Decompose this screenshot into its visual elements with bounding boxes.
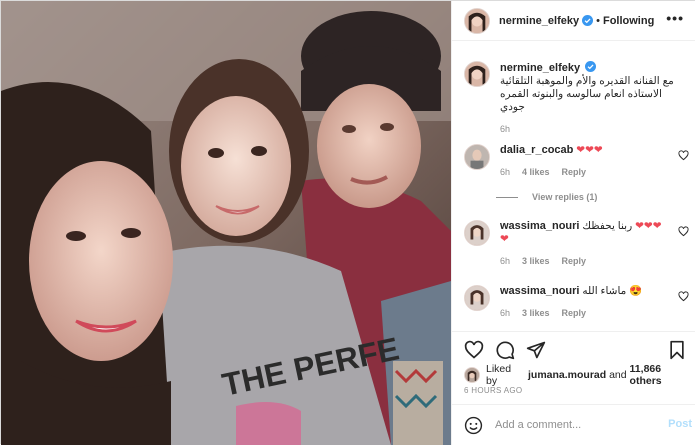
verified-badge-icon bbox=[585, 61, 597, 72]
comment-emoji: 😍 bbox=[629, 285, 643, 297]
liked-by-conj: and bbox=[609, 369, 627, 381]
view-replies-label: View replies (1) bbox=[532, 192, 598, 202]
author-username[interactable]: nermine_elfeky bbox=[499, 15, 579, 27]
heart-icon[interactable] bbox=[678, 226, 689, 237]
comment-time: 6h bbox=[500, 308, 511, 318]
instagram-post: THE PERFE nermine_elfeky • Following •••… bbox=[0, 0, 695, 445]
caption-avatar[interactable] bbox=[464, 61, 490, 87]
liked-by-prefix: Liked by bbox=[486, 363, 512, 387]
heart-icon[interactable] bbox=[678, 291, 689, 302]
view-replies-button[interactable]: View replies (1) bbox=[496, 192, 597, 202]
reply-button[interactable]: Reply bbox=[562, 166, 587, 179]
comment-likes[interactable]: 4 likes bbox=[522, 166, 550, 179]
comment-time: 6h bbox=[500, 256, 511, 266]
separator-dot: • bbox=[596, 14, 600, 27]
reply-button[interactable]: Reply bbox=[562, 307, 587, 320]
liker-avatar[interactable] bbox=[464, 367, 480, 383]
selfie-photo: THE PERFE bbox=[1, 1, 451, 445]
liked-by-user[interactable]: jumana.mourad bbox=[528, 369, 606, 381]
verified-badge-icon bbox=[582, 15, 594, 26]
add-comment-bar: Post bbox=[452, 404, 695, 445]
comment-likes[interactable]: 3 likes bbox=[522, 307, 550, 320]
bookmark-icon[interactable] bbox=[667, 340, 687, 360]
commenter-avatar[interactable] bbox=[464, 144, 490, 170]
post-caption: nermine_elfeky مع الفنانه القديره والأم … bbox=[464, 61, 689, 136]
comment-item: dalia_r_cocab ❤❤❤ 6h 4 likes Reply bbox=[464, 144, 689, 179]
commenter-username[interactable]: dalia_r_cocab bbox=[500, 144, 573, 156]
commenter-avatar[interactable] bbox=[464, 220, 490, 246]
comment-text: ماشاء الله bbox=[582, 285, 627, 297]
post-timestamp[interactable]: 6 HOURS AGO bbox=[464, 386, 522, 395]
comment-likes[interactable]: 3 likes bbox=[522, 255, 550, 268]
author-avatar[interactable] bbox=[464, 7, 490, 34]
post-photo[interactable]: THE PERFE bbox=[1, 1, 451, 445]
comment-text: ❤❤❤ bbox=[576, 144, 603, 156]
comment-input[interactable] bbox=[495, 419, 655, 431]
comment-time: 6h bbox=[500, 167, 511, 177]
caption-text: مع الفنانه القديره والأم والموهبة التلقا… bbox=[500, 75, 674, 113]
comment-text: ربنا يحفظك bbox=[582, 220, 633, 232]
caption-username[interactable]: nermine_elfeky bbox=[500, 62, 580, 74]
heart-icon[interactable] bbox=[678, 150, 689, 161]
comment-item: wassima_nouri ماشاء الله 😍 6h 3 likes Re… bbox=[464, 285, 689, 320]
commenter-username[interactable]: wassima_nouri bbox=[500, 285, 579, 297]
caption-time: 6h bbox=[500, 124, 511, 134]
emoji-icon[interactable] bbox=[464, 416, 483, 435]
post-comment-button[interactable]: Post bbox=[668, 418, 692, 430]
likes-count[interactable]: 11,866 others bbox=[630, 363, 695, 387]
share-icon[interactable] bbox=[526, 340, 546, 360]
comment-icon[interactable] bbox=[495, 340, 515, 360]
reply-button[interactable]: Reply bbox=[562, 255, 587, 268]
heart-icon[interactable] bbox=[464, 340, 484, 360]
post-sidebar: nermine_elfeky • Following ••• nermine_e… bbox=[451, 1, 695, 445]
comment-item: wassima_nouri ربنا يحفظك ❤❤❤❤ 6h 3 likes… bbox=[464, 220, 689, 268]
commenter-username[interactable]: wassima_nouri bbox=[500, 220, 579, 232]
replies-line bbox=[496, 196, 518, 198]
more-options-icon[interactable]: ••• bbox=[666, 10, 684, 26]
commenter-avatar[interactable] bbox=[464, 285, 490, 311]
post-header: nermine_elfeky • Following ••• bbox=[452, 1, 695, 41]
liked-by-row: Liked by jumana.mourad and 11,866 others bbox=[464, 363, 695, 387]
following-button[interactable]: Following bbox=[603, 15, 654, 27]
